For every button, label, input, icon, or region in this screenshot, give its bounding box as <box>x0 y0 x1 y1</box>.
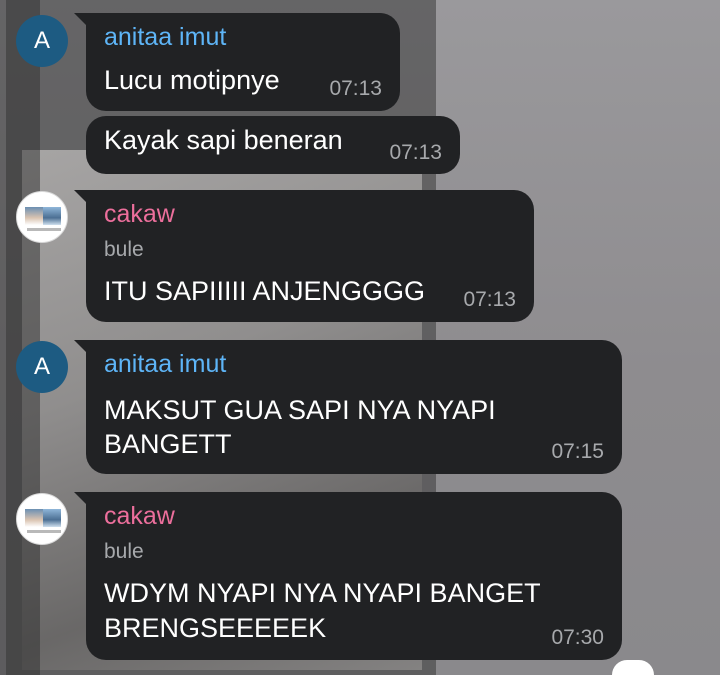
message-bubble[interactable]: cakaw bule ITU SAPIIIII ANJENGGGG 07:13 <box>74 190 534 322</box>
message-time: 07:15 <box>551 440 604 463</box>
sender-subtitle: bule <box>104 540 144 563</box>
sender-subtitle: bule <box>104 238 144 261</box>
message-time: 07:30 <box>551 626 604 649</box>
message-time: 07:13 <box>463 288 516 311</box>
photo-avatar-icon <box>25 509 43 527</box>
message-time: 07:13 <box>329 77 382 100</box>
sender-name[interactable]: anitaa imut <box>104 350 226 379</box>
message-bubble[interactable]: anitaa imut MAKSUT GUA SAPI NYA NYAPI BA… <box>74 340 622 474</box>
avatar-letter: A <box>33 353 50 380</box>
message-bubble[interactable]: Kayak sapi beneran 07:13 <box>86 116 460 174</box>
wallpaper-strip <box>0 0 40 675</box>
scroll-down-fab-icon[interactable] <box>612 660 654 675</box>
message-text: Lucu motipnye <box>104 65 280 95</box>
message-bubble[interactable]: anitaa imut Lucu motipnye 07:13 <box>74 13 400 111</box>
avatar-anitaa-imut[interactable]: A <box>16 341 68 393</box>
avatar-caption <box>27 530 61 533</box>
message-text-line: WDYM NYAPI NYA NYAPI BANGET <box>104 578 541 608</box>
avatar-caption <box>27 228 61 231</box>
sender-name[interactable]: cakaw <box>104 502 175 531</box>
message-text-line: BANGETT <box>104 429 232 459</box>
photo-avatar-icon <box>25 207 43 225</box>
message-bubble[interactable]: cakaw bule WDYM NYAPI NYA NYAPI BANGET B… <box>74 492 622 660</box>
photo-avatar-icon <box>43 509 61 527</box>
photo-avatar-icon <box>43 207 61 225</box>
message-text: Kayak sapi beneran <box>104 125 343 155</box>
avatar-cakaw[interactable] <box>16 493 68 545</box>
sender-name[interactable]: anitaa imut <box>104 23 226 52</box>
message-time: 07:13 <box>389 141 442 164</box>
sender-name[interactable]: cakaw <box>104 200 175 229</box>
avatar-letter: A <box>33 27 50 54</box>
message-text-line: MAKSUT GUA SAPI NYA NYAPI <box>104 395 496 425</box>
avatar-anitaa-imut[interactable]: A <box>16 15 68 67</box>
message-text: ITU SAPIIIII ANJENGGGG <box>104 276 426 306</box>
message-text-line: BRENGSEEEEEK <box>104 613 327 643</box>
avatar-cakaw[interactable] <box>16 191 68 243</box>
